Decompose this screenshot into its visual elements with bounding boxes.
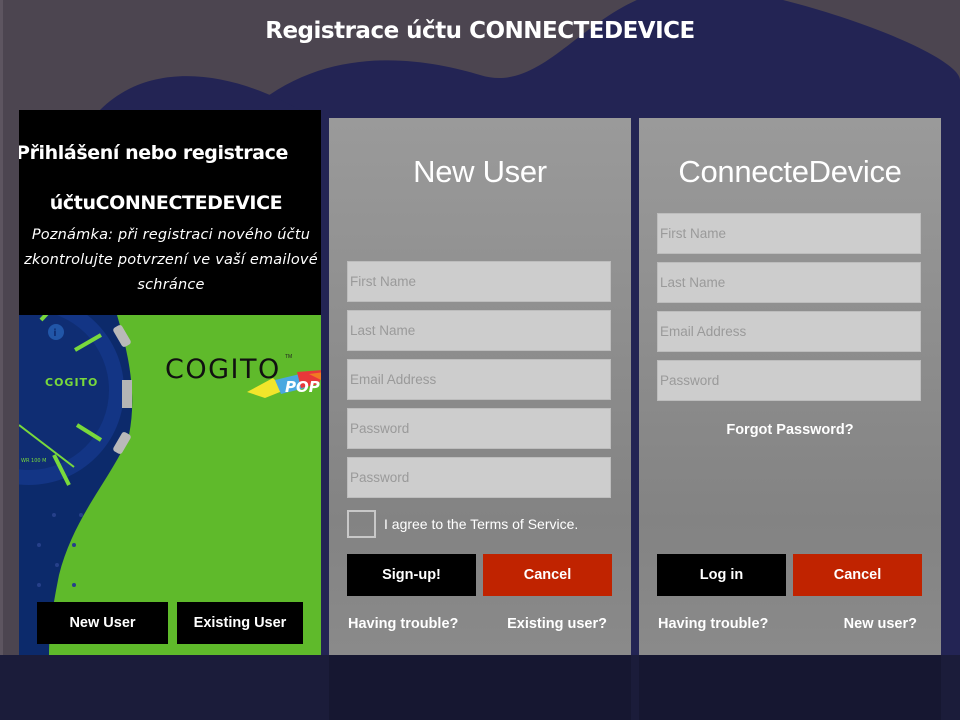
header-title-line1: Přihlášení nebo registrace [19,142,288,164]
signup-button[interactable]: Sign-up! [347,554,476,596]
note-line1: Poznámka: při registraci nového účtu [31,227,311,243]
watch-dial-text: WR 100 M [21,458,46,464]
login-title: ConnecteDevice [678,154,902,189]
login-email-input[interactable] [657,311,921,352]
page-title: Registrace účtu CONNECTEDEVICE [265,18,695,44]
signup-cancel-button[interactable]: Cancel [483,554,612,596]
registration-note: Poznámka: při registraci nového účtu zko… [19,223,321,298]
login-form: ConnecteDevice Forgot Password? Log in C… [639,118,941,720]
header-title-line2: účtuCONNECTEDEVICE [49,192,283,214]
cogito-pop-logo: COGITO TM POP [165,350,321,410]
terms-label: I agree to the Terms of Service. [384,516,579,532]
confirm-password-input[interactable] [347,457,611,498]
note-line2: zkontrolujte potvrzení ve vaší emailové [24,252,318,268]
new-user-form: New User I agree to the Terms of Service… [329,118,631,720]
login-first-name-input[interactable] [657,213,921,254]
logo-trademark: TM [285,354,293,360]
login-last-name-input[interactable] [657,262,921,303]
svg-text:i: i [53,328,56,339]
new-user-title: New User [413,154,547,189]
note-line3: schránce [137,277,205,293]
new-user-link[interactable]: New user? [844,616,917,632]
terms-checkbox[interactable] [347,510,376,538]
last-name-input[interactable] [347,310,611,351]
having-trouble-link[interactable]: Having trouble? [348,616,458,632]
login-password-input[interactable] [657,360,921,401]
first-name-input[interactable] [347,261,611,302]
password-input[interactable] [347,408,611,449]
watch-dial-brand: COGITO [45,376,98,389]
login-cancel-button[interactable]: Cancel [793,554,922,596]
left-edge-strip [0,0,3,720]
email-input[interactable] [347,359,611,400]
existing-user-button[interactable]: Existing User [177,602,303,644]
pop-splash-icon: POP [247,370,321,398]
logo-sub: POP [285,378,320,396]
forgot-password-link[interactable]: Forgot Password? [639,422,941,438]
new-user-button[interactable]: New User [37,602,168,644]
login-info-header: Přihlášení nebo registrace účtuCONNECTED… [19,110,321,315]
login-having-trouble-link[interactable]: Having trouble? [658,616,768,632]
existing-user-link[interactable]: Existing user? [507,616,607,632]
brand-panel: i COGITO WR 100 M Přihlášení nebo regist… [19,110,321,655]
login-button[interactable]: Log in [657,554,786,596]
